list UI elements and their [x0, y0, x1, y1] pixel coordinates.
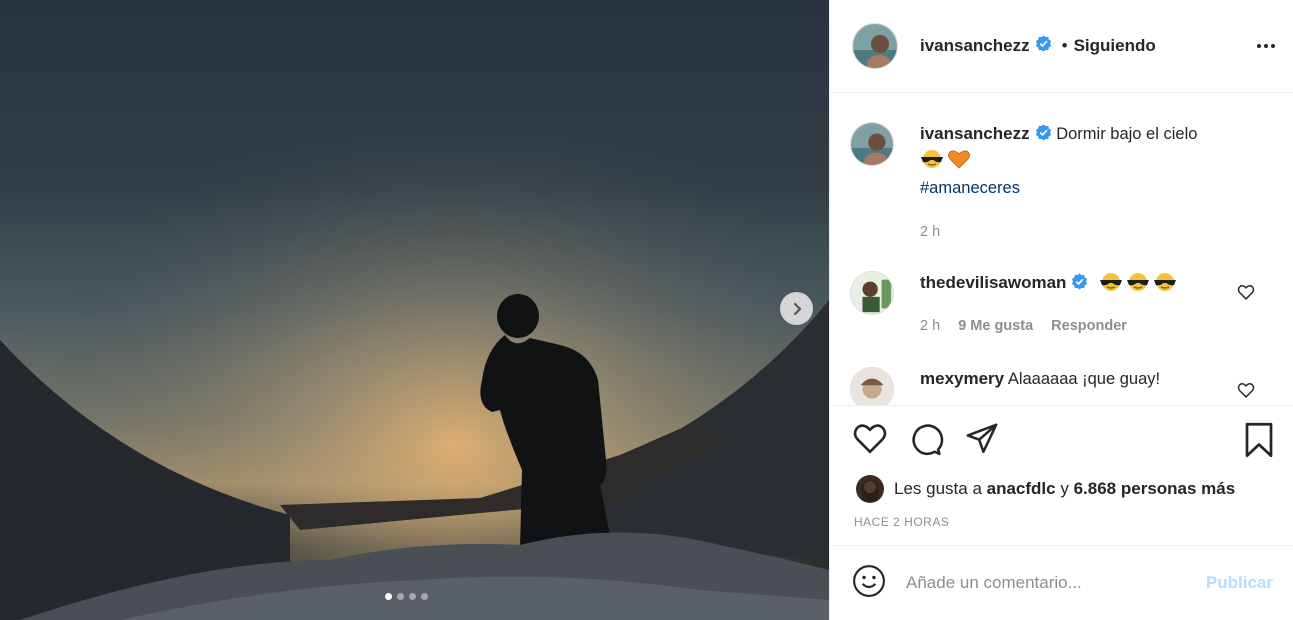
- verified-badge-icon: [1035, 124, 1052, 148]
- commenter-username[interactable]: thedevilisawoman: [920, 273, 1066, 292]
- comments-list[interactable]: ivansanchezz Dormir bajo el cielo #amane…: [830, 93, 1293, 405]
- caption: ivansanchezz Dormir bajo el cielo #amane…: [850, 122, 1197, 244]
- caption-username[interactable]: ivansanchezz: [920, 124, 1030, 143]
- comment-time: 2 h: [920, 318, 941, 334]
- instagram-post: ivansanchezz • Siguiendo ivansanchezz Do…: [0, 0, 1293, 620]
- liker-username[interactable]: anacfdlc: [987, 479, 1056, 499]
- following-button[interactable]: Siguiendo: [1074, 36, 1156, 56]
- comment-like-heart-icon[interactable]: [1237, 382, 1255, 403]
- liker-avatar[interactable]: [856, 475, 884, 503]
- carousel-dot: [409, 593, 416, 600]
- comment-item: thedevilisawoman 2 h 9 Me gusta Responde…: [850, 271, 1180, 338]
- post-sidebar: ivansanchezz • Siguiendo ivansanchezz Do…: [829, 0, 1293, 620]
- separator-dot: •: [1061, 36, 1068, 55]
- commenter-username[interactable]: mexymery: [920, 369, 1004, 388]
- comment-input[interactable]: [906, 573, 1206, 593]
- carousel-dot: [397, 593, 404, 600]
- author-avatar[interactable]: [852, 23, 898, 69]
- reply-button[interactable]: Responder: [1051, 318, 1127, 334]
- caption-text: Dormir bajo el cielo: [1056, 125, 1198, 143]
- carousel-dot: [421, 593, 428, 600]
- carousel-indicator: [385, 593, 428, 600]
- sunglasses-face-emoji-icon: [1126, 272, 1150, 299]
- sunglasses-face-emoji-icon: [1099, 272, 1123, 299]
- comment-likes[interactable]: 9 Me gusta: [958, 318, 1033, 334]
- sunglasses-face-emoji-icon: [920, 149, 944, 176]
- carousel-next-button[interactable]: [780, 292, 813, 325]
- chevron-right-icon: [793, 302, 801, 315]
- comment-text: Alaaaaaa ¡que guay!: [1007, 370, 1161, 388]
- emoji-picker-icon[interactable]: [852, 564, 886, 603]
- author-username[interactable]: ivansanchezz: [920, 36, 1030, 56]
- like-heart-icon[interactable]: [852, 422, 888, 461]
- comment-item: mexymery Alaaaaaa ¡que guay!: [850, 367, 1160, 405]
- hashtag-link[interactable]: #amaneceres: [920, 179, 1020, 197]
- likes-conjunction: y: [1060, 479, 1069, 498]
- publish-button[interactable]: Publicar: [1206, 573, 1273, 593]
- verified-badge-icon: [1071, 273, 1088, 297]
- post-photo: [0, 0, 829, 620]
- likes-summary: Les gusta a anacfdlc y 6.868 personas má…: [856, 475, 1235, 503]
- orange-heart-emoji-icon: [947, 149, 971, 176]
- comment-like-heart-icon[interactable]: [1237, 284, 1255, 305]
- post-actions: Les gusta a anacfdlc y 6.868 personas má…: [830, 405, 1293, 545]
- verified-badge-icon: [1035, 35, 1052, 57]
- carousel-dot: [385, 593, 392, 600]
- save-bookmark-icon[interactable]: [1243, 422, 1275, 463]
- author-avatar[interactable]: [850, 122, 894, 166]
- comment-emojis: [1099, 273, 1180, 292]
- sunglasses-face-emoji-icon: [1153, 272, 1177, 299]
- post-media[interactable]: [0, 0, 829, 620]
- caption-time: 2 h: [920, 224, 941, 240]
- commenter-avatar[interactable]: [850, 271, 894, 315]
- comment-bubble-icon[interactable]: [908, 422, 944, 461]
- post-timestamp[interactable]: HACE 2 HORAS: [854, 515, 949, 529]
- post-header: ivansanchezz • Siguiendo: [830, 0, 1293, 93]
- commenter-avatar[interactable]: [850, 367, 894, 405]
- likes-others[interactable]: 6.868 personas más: [1074, 479, 1236, 499]
- likes-prefix: Les gusta a: [894, 479, 982, 498]
- share-send-icon[interactable]: [964, 422, 1000, 461]
- more-options-icon[interactable]: [1257, 44, 1275, 48]
- add-comment-bar: Publicar: [830, 545, 1293, 620]
